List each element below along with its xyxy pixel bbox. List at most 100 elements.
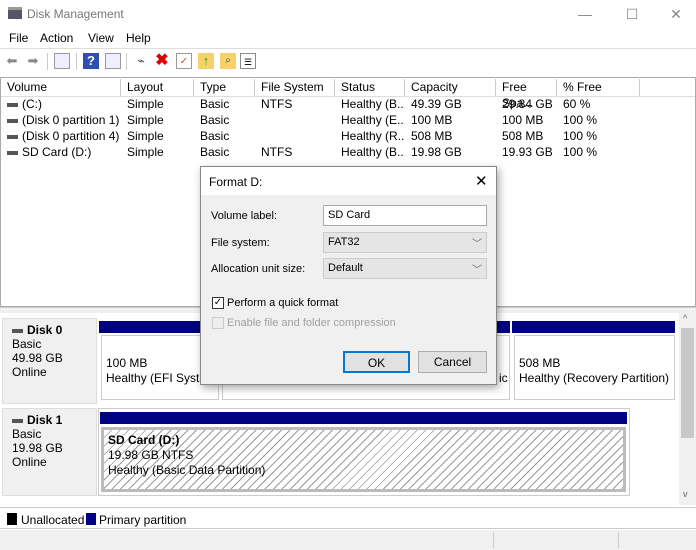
dialog-close-button[interactable]: ✕ [475, 172, 488, 190]
chevron-down-icon: ﹀ [472, 265, 482, 276]
table-cell: (Disk 0 partition 4) [1, 128, 121, 144]
search-folder-icon[interactable]: ⌕ [220, 53, 236, 69]
folder-up-icon[interactable]: ↑ [198, 53, 214, 69]
disk-name: Disk 1 [27, 413, 63, 427]
table-row[interactable]: (Disk 0 partition 4) Simple Basic Healthy (… [1, 128, 695, 144]
file-system-value: FAT32 [328, 236, 360, 248]
column-header-free-space[interactable]: Free Spa... [496, 79, 557, 110]
close-button[interactable]: ✕ [666, 6, 686, 23]
column-header-volume[interactable]: Volume [1, 79, 121, 96]
column-header-capacity[interactable]: Capacity [405, 79, 496, 96]
table-row[interactable]: (Disk 0 partition 1) Simple Basic Healthy (… [1, 112, 695, 128]
cell-text: 19.98 GB [411, 145, 462, 159]
scroll-down-icon[interactable]: v [683, 489, 688, 499]
cell-text: Basic [200, 97, 230, 111]
cell-text: 29.84 GB [502, 97, 553, 111]
back-icon[interactable]: ⬅ [4, 53, 20, 69]
help-icon[interactable]: ? [83, 53, 99, 69]
disk-1-label[interactable]: Disk 1 Basic 19.98 GB Online [2, 408, 97, 496]
table-cell: NTFS [255, 144, 335, 160]
column-header-percent-free[interactable]: % Free [557, 79, 640, 96]
cell-text: Healthy (E... [341, 113, 405, 127]
table-cell: 60 % [557, 96, 641, 112]
connect-icon[interactable]: ⌁ [133, 53, 149, 69]
status-divider [493, 532, 494, 548]
toolbar-separator [47, 53, 48, 70]
dialog-title: Format D: [209, 175, 263, 189]
scroll-thumb[interactable] [681, 328, 694, 438]
disk-icon [12, 418, 23, 423]
partition-divider [510, 321, 512, 333]
cell-text: 100 MB [502, 113, 544, 127]
table-cell: 19.98 GB [405, 144, 496, 160]
cell-text: Healthy (B... [341, 97, 405, 111]
action-pane-icon[interactable] [105, 53, 121, 69]
disk-type: Basic [12, 337, 42, 351]
chevron-down-icon: ﹀ [472, 239, 482, 250]
cancel-button[interactable]: Cancel [418, 351, 487, 373]
disk-size: 49.98 GB [12, 351, 63, 365]
table-cell: 100 MB [405, 112, 496, 128]
allocation-unit-size-select[interactable]: Default ﹀ [323, 258, 487, 279]
toolbar-separator [126, 53, 127, 70]
forward-icon[interactable]: ➡ [25, 53, 41, 69]
cell-text: SD Card (D:) [22, 145, 92, 159]
table-cell: Basic [194, 144, 255, 160]
cell-text: 508 MB [411, 129, 453, 143]
table-cell: 508 MB [496, 128, 557, 144]
cell-text: 100 % [563, 113, 598, 127]
disk-name: Disk 0 [27, 323, 63, 337]
maximize-button[interactable]: ☐ [622, 6, 642, 23]
table-cell: Basic [194, 96, 255, 112]
table-row[interactable]: SD Card (D:) Simple Basic NTFS Healthy (B...… [1, 144, 695, 160]
menu-help[interactable]: Help [126, 31, 151, 45]
minimize-button[interactable]: — [575, 6, 595, 22]
table-cell: 100 % [557, 112, 641, 128]
disk-state: Online [12, 455, 47, 469]
ok-button[interactable]: OK [343, 351, 410, 373]
drive-icon [7, 150, 18, 155]
cell-text: Simple [127, 97, 164, 111]
column-header-file-system[interactable]: File System [255, 79, 335, 96]
properties-icon[interactable]: ✓ [176, 53, 192, 69]
partition-sd-card[interactable]: SD Card (D:) 19.98 GB NTFS Healthy (Basi… [101, 427, 626, 492]
disk-0-label[interactable]: Disk 0 Basic 49.98 GB Online [2, 318, 97, 404]
vertical-scrollbar[interactable]: ^ v [679, 313, 696, 505]
partition-status: Healthy (Basic Data Partition) [108, 463, 266, 477]
table-cell: (C:) [1, 96, 121, 112]
column-header-layout[interactable]: Layout [121, 79, 194, 96]
delete-icon[interactable]: ✖ [154, 53, 170, 69]
format-dialog: Format D: ✕ Volume label: SD Card File s… [200, 166, 497, 385]
table-cell: 19.93 GB [496, 144, 557, 160]
column-header-status[interactable]: Status [335, 79, 405, 96]
table-cell: Healthy (B... [335, 144, 405, 160]
cell-text: Simple [127, 145, 164, 159]
compression-checkbox[interactable] [212, 317, 224, 329]
list-view-icon[interactable]: ☰ [240, 53, 256, 69]
dialog-title-bar: Format D: ✕ [201, 167, 496, 195]
scroll-up-icon[interactable]: ^ [683, 313, 687, 323]
quick-format-label[interactable]: Perform a quick format [227, 297, 338, 309]
cell-text: (C:) [22, 97, 42, 111]
table-cell: 100 % [557, 128, 641, 144]
primary-partition-swatch [86, 513, 96, 525]
table-row[interactable]: (C:) Simple Basic NTFS Healthy (B... 49.39 GB… [1, 96, 695, 112]
menu-view[interactable]: View [88, 31, 114, 45]
table-cell: 29.84 GB [496, 96, 557, 112]
partition-recovery[interactable]: 508 MB Healthy (Recovery Partition) [514, 335, 675, 400]
file-system-label: File system: [211, 237, 270, 249]
cell-text: 508 MB [502, 129, 544, 143]
quick-format-checkbox[interactable]: ✓ [212, 297, 224, 309]
table-cell: Healthy (B... [335, 96, 405, 112]
table-cell: Simple [121, 144, 194, 160]
table-cell: Basic [194, 128, 255, 144]
menu-action[interactable]: Action [40, 31, 73, 45]
file-system-select[interactable]: FAT32 ﹀ [323, 232, 487, 253]
menu-file[interactable]: File [9, 31, 28, 45]
volume-label-input[interactable]: SD Card [323, 205, 487, 226]
partition-status: Healthy (Recovery Partition) [519, 371, 670, 385]
column-header-type[interactable]: Type [194, 79, 255, 96]
title-bar: Disk Management — ☐ ✕ [0, 0, 696, 28]
table-cell: 100 % [557, 144, 641, 160]
console-tree-icon[interactable] [54, 53, 70, 69]
